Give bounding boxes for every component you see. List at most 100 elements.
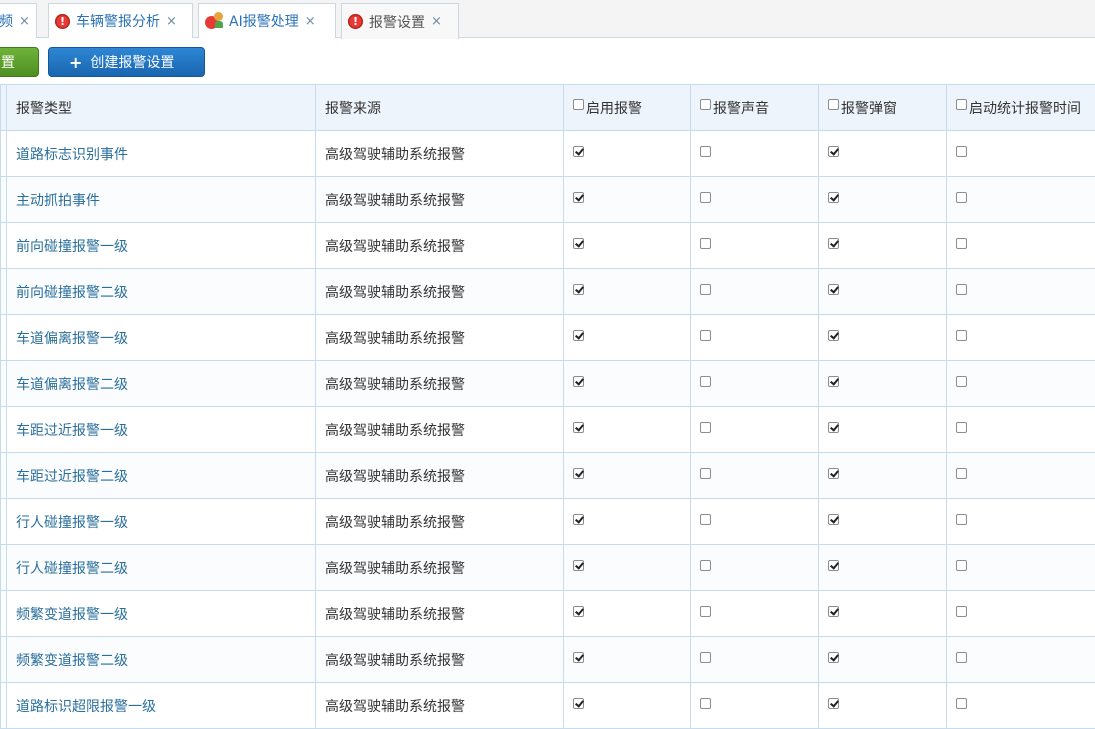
alarm-sound-checkbox[interactable] [700,652,711,663]
alarm-type-cell[interactable]: 行人碰撞报警二级 [7,545,316,591]
enable-alarm-checkbox[interactable] [573,192,584,203]
enable-alarm-checkbox[interactable] [573,514,584,525]
alarm-type-link[interactable]: 前向碰撞报警一级 [16,239,128,255]
alarm-type-link[interactable]: 前向碰撞报警二级 [16,285,128,301]
alarm-type-link[interactable]: 车道偏离报警一级 [16,331,128,347]
alarm-type-link[interactable]: 车距过近报警二级 [16,469,128,485]
enable-alarm-checkbox[interactable] [573,468,584,479]
select-all-popup-checkbox[interactable] [828,99,839,110]
enable-alarm-checkbox[interactable] [573,238,584,249]
stats-time-checkbox[interactable] [956,560,967,571]
stats-time-checkbox[interactable] [956,606,967,617]
alarm-sound-checkbox[interactable] [700,376,711,387]
alarm-type-cell[interactable]: 频繁变道报警一级 [7,591,316,637]
stats-time-checkbox[interactable] [956,652,967,663]
stats-time-cell [947,315,1095,361]
alarm-type-cell[interactable]: 行人碰撞报警一级 [7,499,316,545]
alarm-type-link[interactable]: 行人碰撞报警一级 [16,515,128,531]
tab-video[interactable]: 频 × [0,3,37,38]
tab-close-icon[interactable]: × [431,14,442,29]
stats-time-checkbox[interactable] [956,376,967,387]
alarm-type-cell[interactable]: 车道偏离报警一级 [7,315,316,361]
alarm-popup-checkbox[interactable] [828,606,839,617]
alarm-source-cell: 高级驾驶辅助系统报警 [316,499,564,545]
alarm-popup-checkbox[interactable] [828,468,839,479]
enable-alarm-checkbox[interactable] [573,422,584,433]
alarm-type-cell[interactable]: 主动抓拍事件 [7,177,316,223]
alarm-type-link[interactable]: 频繁变道报警一级 [16,607,128,623]
alarm-source-cell: 高级驾驶辅助系统报警 [316,177,564,223]
tab-close-icon[interactable]: × [19,14,30,29]
enable-alarm-checkbox[interactable] [573,560,584,571]
alarm-type-cell[interactable]: 车距过近报警二级 [7,453,316,499]
alarm-sound-checkbox[interactable] [700,146,711,157]
stats-time-checkbox[interactable] [956,146,967,157]
alarm-type-cell[interactable]: 道路标志识别事件 [7,131,316,177]
alarm-popup-checkbox[interactable] [828,284,839,295]
alarm-popup-checkbox[interactable] [828,192,839,203]
alarm-sound-checkbox[interactable] [700,330,711,341]
stats-time-cell [947,453,1095,499]
select-all-enable-checkbox[interactable] [573,99,584,110]
tab-close-icon[interactable]: × [305,14,316,29]
enable-alarm-checkbox[interactable] [573,698,584,709]
alarm-type-link[interactable]: 车距过近报警一级 [16,423,128,439]
alarm-type-cell[interactable]: 前向碰撞报警一级 [7,223,316,269]
alarm-sound-checkbox[interactable] [700,560,711,571]
alarm-popup-checkbox[interactable] [828,560,839,571]
tab-close-icon[interactable]: × [166,14,177,29]
alarm-type-link[interactable]: 道路标识超限报警一级 [16,699,156,715]
stats-time-checkbox[interactable] [956,238,967,249]
enable-alarm-checkbox[interactable] [573,146,584,157]
enable-alarm-checkbox[interactable] [573,284,584,295]
enable-alarm-checkbox[interactable] [573,652,584,663]
enable-alarm-checkbox[interactable] [573,376,584,387]
settings-button[interactable]: 置 [0,47,39,77]
alarm-popup-cell [819,683,947,729]
alarm-type-link[interactable]: 主动抓拍事件 [16,193,100,209]
stats-time-checkbox[interactable] [956,330,967,341]
alarm-type-link[interactable]: 频繁变道报警二级 [16,653,128,669]
alarm-type-cell[interactable]: 车道偏离报警二级 [7,361,316,407]
alarm-popup-checkbox[interactable] [828,376,839,387]
table-row: 车距过近报警一级高级驾驶辅助系统报警 [1,407,1095,453]
alarm-popup-checkbox[interactable] [828,698,839,709]
alarm-type-link[interactable]: 道路标志识别事件 [16,147,128,163]
alarm-type-link[interactable]: 车道偏离报警二级 [16,377,128,393]
alarm-type-link[interactable]: 行人碰撞报警二级 [16,561,128,577]
stats-time-checkbox[interactable] [956,698,967,709]
alarm-sound-checkbox[interactable] [700,284,711,295]
tab-alarm-settings[interactable]: ! 报警设置 × [341,3,459,39]
alarm-sound-checkbox[interactable] [700,698,711,709]
alarm-sound-checkbox[interactable] [700,422,711,433]
alarm-sound-checkbox[interactable] [700,468,711,479]
alarm-popup-checkbox[interactable] [828,422,839,433]
alarm-type-cell[interactable]: 频繁变道报警二级 [7,637,316,683]
enable-alarm-checkbox[interactable] [573,330,584,341]
alarm-popup-checkbox[interactable] [828,652,839,663]
alarm-popup-checkbox[interactable] [828,146,839,157]
alarm-sound-checkbox[interactable] [700,238,711,249]
tab-vehicle-alarm-analysis[interactable]: ! 车辆警报分析 × [48,3,193,38]
stats-time-checkbox[interactable] [956,422,967,433]
tab-ai-alarm-handling[interactable]: AI报警处理 × [198,3,336,38]
alarm-sound-cell [691,407,819,453]
alarm-popup-checkbox[interactable] [828,238,839,249]
enable-alarm-checkbox[interactable] [573,606,584,617]
alarm-type-cell[interactable]: 车距过近报警一级 [7,407,316,453]
stats-time-checkbox[interactable] [956,284,967,295]
create-alarm-setting-button[interactable]: + 创建报警设置 [48,47,205,77]
alarm-popup-checkbox[interactable] [828,330,839,341]
stats-time-checkbox[interactable] [956,514,967,525]
alarm-popup-checkbox[interactable] [828,514,839,525]
column-header-alarm-popup: 报警弹窗 [819,85,947,131]
select-all-sound-checkbox[interactable] [700,99,711,110]
alarm-sound-checkbox[interactable] [700,514,711,525]
stats-time-checkbox[interactable] [956,192,967,203]
stats-time-checkbox[interactable] [956,468,967,479]
select-all-stats-checkbox[interactable] [956,99,967,110]
alarm-sound-checkbox[interactable] [700,606,711,617]
alarm-type-cell[interactable]: 前向碰撞报警二级 [7,269,316,315]
alarm-sound-checkbox[interactable] [700,192,711,203]
alarm-type-cell[interactable]: 道路标识超限报警一级 [7,683,316,729]
